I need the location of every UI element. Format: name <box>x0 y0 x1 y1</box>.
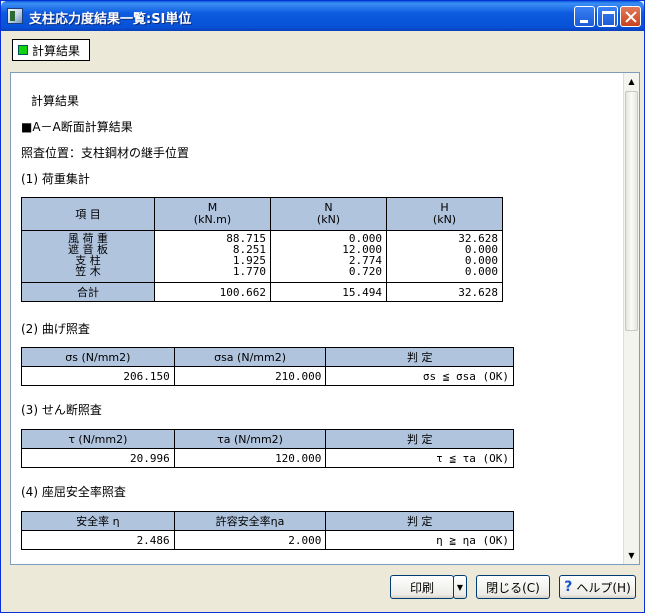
load-table: 項 目 M (kN.m) N (kN) H (kN) 風 荷 重 遮 音 板 支… <box>21 197 503 302</box>
window-title: 支柱応力度結果一覧:SI単位 <box>29 12 192 27</box>
buckle-table: 安全率 η 許容安全率ηa 判 定 2.486 2.000 η ≧ ηa (OK… <box>21 511 514 550</box>
question-mark-icon: ? <box>564 579 573 595</box>
bend-col2: σsa (N/mm2) <box>173 347 327 367</box>
col-item-header: 項 目 <box>21 197 155 231</box>
buckle-col3: 判 定 <box>325 511 514 531</box>
check-position: 照査位置：支柱鋼材の継手位置 <box>21 146 190 160</box>
shear-table: τ (N/mm2) τa (N/mm2) 判 定 20.996 120.000 … <box>21 429 514 468</box>
print-button[interactable]: 印刷 <box>390 575 454 599</box>
total-m: 100.662 <box>154 282 271 302</box>
shear-v1: 20.996 <box>21 448 175 468</box>
bend-v2: 210.000 <box>173 366 327 386</box>
help-button[interactable]: ? ヘルプ(H) <box>559 575 636 599</box>
title-bar[interactable]: 支柱応力度結果一覧:SI単位 <box>1 1 644 31</box>
close-window-button[interactable] <box>620 6 641 27</box>
dropdown-arrow-icon: ▼ <box>456 582 464 592</box>
close-button-label: 閉じる(C) <box>486 580 540 595</box>
maximize-button[interactable] <box>597 6 618 27</box>
shear-col3: 判 定 <box>325 429 514 449</box>
bend-col1: σs (N/mm2) <box>21 347 175 367</box>
buckle-col2: 許容安全率ηa <box>173 511 327 531</box>
buckle-v2: 2.000 <box>173 530 327 550</box>
print-dropdown-button[interactable]: ▼ <box>453 575 467 599</box>
app-icon <box>7 8 23 24</box>
section-ab-title: ■A－A断面計算結果 <box>21 120 133 134</box>
buckle-check-title: (4) 座屈安全率照査 <box>21 485 126 499</box>
result-heading: 計算結果 <box>31 94 80 108</box>
print-button-label: 印刷 <box>409 580 434 595</box>
shear-col1: τ (N/mm2) <box>21 429 175 449</box>
scroll-up-arrow-icon[interactable]: ▲ <box>624 73 639 90</box>
tab-calc-result[interactable]: 計算結果 <box>12 39 90 61</box>
close-button[interactable]: 閉じる(C) <box>476 575 550 599</box>
load-n-values: 0.000 12.000 2.774 0.720 <box>270 230 387 283</box>
shear-v2: 120.000 <box>173 448 327 468</box>
col-m-header: M (kN.m) <box>154 197 271 231</box>
total-label: 合計 <box>21 282 155 302</box>
bend-col3: 判 定 <box>325 347 514 367</box>
total-n: 15.494 <box>270 282 387 302</box>
scroll-down-arrow-icon[interactable]: ▼ <box>624 547 639 564</box>
shear-check-title: (3) せん断照査 <box>21 403 102 417</box>
main-window: 支柱応力度結果一覧:SI単位 計算結果 計算結果 ■A－A断面計算結果 照査位置… <box>0 0 645 613</box>
load-labels: 風 荷 重 遮 音 板 支 柱 笠 木 <box>21 230 155 283</box>
load-summary-title: (1) 荷重集計 <box>21 172 90 186</box>
shear-v3: τ ≦ τa (OK) <box>325 448 514 468</box>
shear-col2: τa (N/mm2) <box>173 429 327 449</box>
bend-table: σs (N/mm2) σsa (N/mm2) 判 定 206.150 210.0… <box>21 347 514 386</box>
tab-calc-result-label: 計算結果 <box>32 43 81 58</box>
load-h-values: 32.628 0.000 0.000 0.000 <box>386 230 503 283</box>
total-h: 32.628 <box>386 282 503 302</box>
result-view[interactable]: 計算結果 ■A－A断面計算結果 照査位置：支柱鋼材の継手位置 (1) 荷重集計 … <box>10 72 640 565</box>
buckle-col1: 安全率 η <box>21 511 175 531</box>
vertical-scrollbar[interactable]: ▲ ▼ <box>623 73 639 564</box>
help-button-label: ヘルプ(H) <box>576 580 631 595</box>
bend-v1: 206.150 <box>21 366 175 386</box>
load-m-values: 88.715 8.251 1.925 1.770 <box>154 230 271 283</box>
buckle-v3: η ≧ ηa (OK) <box>325 530 514 550</box>
green-square-icon <box>18 45 28 55</box>
bend-v3: σs ≦ σsa (OK) <box>325 366 514 386</box>
col-h-header: H (kN) <box>386 197 503 231</box>
scroll-thumb[interactable] <box>625 91 638 331</box>
minimize-button[interactable] <box>574 6 595 27</box>
bend-check-title: (2) 曲げ照査 <box>21 322 90 336</box>
col-n-header: N (kN) <box>270 197 387 231</box>
buckle-v1: 2.486 <box>21 530 175 550</box>
